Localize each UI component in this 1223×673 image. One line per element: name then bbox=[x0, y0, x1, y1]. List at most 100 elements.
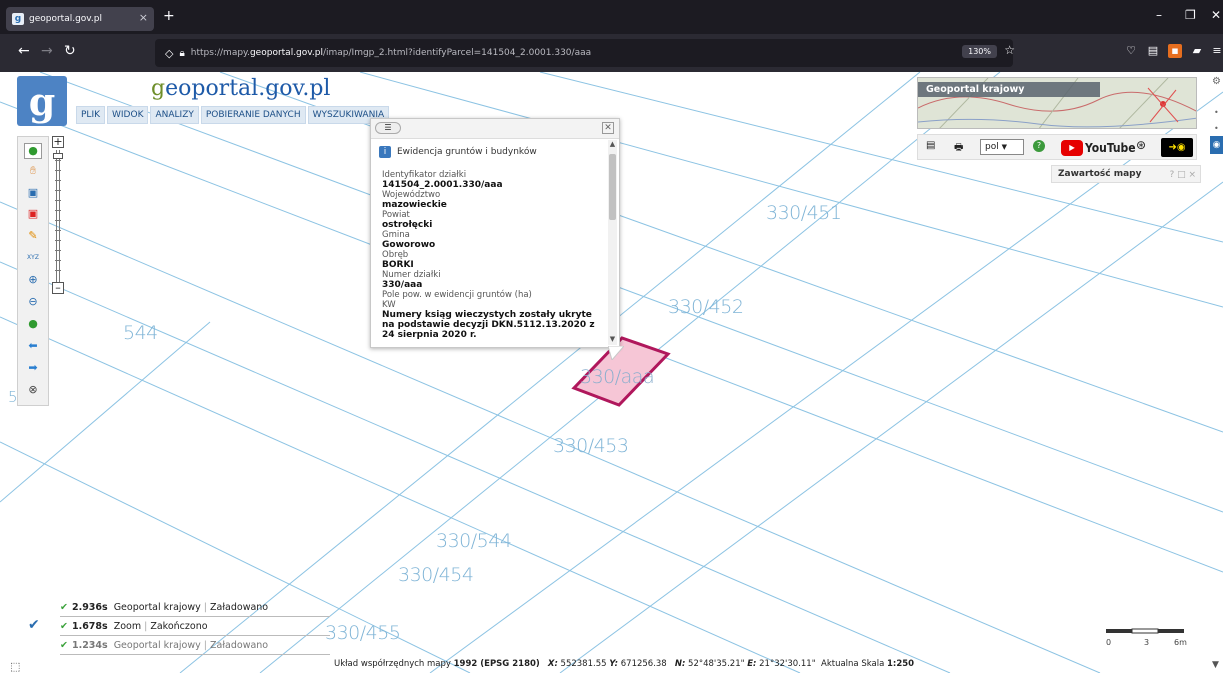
contents-panel-buttons[interactable]: ? □ × bbox=[1169, 167, 1196, 183]
zoom-tick bbox=[55, 240, 61, 241]
document-icon[interactable]: ▤ bbox=[926, 140, 935, 151]
brand-g: g bbox=[151, 76, 166, 101]
extension-icon[interactable]: ▪ bbox=[1168, 44, 1182, 58]
popup-close-button[interactable]: ✕ bbox=[602, 122, 614, 134]
browser-nav-bar: ← → ↻ ◇ 🔒︎ https://mapy. geoportal.gov.pl… bbox=[0, 34, 1223, 72]
reload-icon[interactable]: ↻ bbox=[64, 43, 76, 59]
new-tab-button[interactable]: + bbox=[163, 8, 175, 24]
print-icon[interactable]: 🖶︎ bbox=[954, 140, 963, 157]
scroll-up-icon[interactable]: ▲ bbox=[608, 140, 617, 148]
log-separator: | bbox=[203, 640, 207, 651]
language-select[interactable]: pol ▼ bbox=[980, 139, 1024, 155]
menu-analizy[interactable]: ANALIZY bbox=[150, 106, 199, 124]
popup-list-icon[interactable]: ☰ bbox=[375, 122, 401, 134]
url-bar[interactable]: ◇ 🔒︎ https://mapy. geoportal.gov.pl/imap/… bbox=[155, 39, 1015, 67]
menu-widok[interactable]: WIDOK bbox=[107, 106, 149, 124]
reader-icon[interactable]: ▤ bbox=[1146, 44, 1160, 58]
field-value: BORKI bbox=[382, 260, 414, 270]
y-value: 671256.38 bbox=[620, 659, 667, 669]
zoom-out-icon[interactable]: ⊖ bbox=[26, 295, 40, 309]
zoom-level-badge[interactable]: 130% bbox=[962, 45, 997, 58]
zoom-tick bbox=[55, 180, 61, 181]
geoportal-logo[interactable]: g bbox=[17, 76, 67, 126]
y-label: Y: bbox=[609, 659, 619, 669]
minimize-icon[interactable]: – bbox=[1156, 8, 1162, 22]
next-extent-arrow-icon[interactable]: ➡ bbox=[26, 361, 40, 375]
scale-label: 0 bbox=[1106, 638, 1112, 647]
contents-title: Zawartość mapy bbox=[1058, 169, 1142, 179]
status-bar-text: Układ współrzędnych mapy 1992 (EPSG 2180… bbox=[334, 656, 914, 673]
parcel-label: 330/454 bbox=[398, 564, 474, 586]
clear-selection-icon[interactable]: ▣ bbox=[26, 207, 40, 221]
overview-title: Geoportal krajowy bbox=[918, 82, 1100, 97]
xyz-coordinates-icon[interactable]: XYZ bbox=[26, 251, 40, 265]
field-value: mazowieckie bbox=[382, 200, 447, 210]
field-label: Gmina bbox=[382, 230, 410, 240]
youtube-link[interactable]: ▶ YouTube bbox=[1061, 139, 1136, 156]
field-label: Województwo bbox=[382, 190, 441, 200]
tab-close-icon[interactable]: × bbox=[139, 11, 148, 24]
restore-icon[interactable]: ❐ bbox=[1185, 8, 1196, 22]
map-contents-panel[interactable]: Zawartość mapy ? □ × bbox=[1051, 165, 1201, 183]
parcel-label: 330/453 bbox=[553, 435, 629, 457]
select-area-icon[interactable]: ▣ bbox=[26, 186, 40, 200]
reset-view-icon[interactable]: ⊗ bbox=[26, 383, 40, 397]
close-window-icon[interactable]: ✕ bbox=[1211, 8, 1221, 22]
menu-plik[interactable]: PLIK bbox=[76, 106, 105, 124]
right-toolbar: ▤ 🖶︎ pol ▼ ? ▶ YouTube ⊛ ➜◉ bbox=[917, 134, 1197, 160]
zoom-thumb[interactable] bbox=[53, 153, 63, 159]
menu-pobieranie-danych[interactable]: POBIERANIE DANYCH bbox=[200, 106, 306, 124]
zoom-slider[interactable]: + – bbox=[52, 136, 64, 296]
bookmark-star-icon[interactable]: ☆ bbox=[1004, 43, 1015, 57]
log-row: ✔ 2.936s Geoportal krajowy | Załadowano bbox=[60, 599, 330, 617]
log-time: 1.234s bbox=[71, 640, 108, 651]
globe-icon[interactable]: ● bbox=[26, 317, 40, 331]
zoom-tick bbox=[55, 210, 61, 211]
x-label: X: bbox=[547, 659, 558, 669]
zoom-plus-button[interactable]: + bbox=[52, 136, 64, 148]
popup-pointer bbox=[608, 346, 624, 360]
browser-tab[interactable]: g geoportal.gov.pl × bbox=[6, 7, 154, 31]
popup-scrollbar[interactable]: ▲ ▼ bbox=[608, 140, 617, 345]
scale-bar-graphic bbox=[1106, 628, 1184, 634]
info-icon: i bbox=[379, 146, 391, 158]
zoom-tick bbox=[55, 220, 61, 221]
overview-map[interactable]: Geoportal krajowy bbox=[917, 77, 1197, 129]
popup-body: i Ewidencja gruntów i budynków Identyfik… bbox=[371, 140, 609, 345]
forward-arrow-icon[interactable]: → bbox=[41, 43, 53, 59]
e-value: 21°32'30.11" bbox=[759, 659, 816, 669]
log-time: 2.936s bbox=[71, 602, 108, 613]
field-value: 330/aaa bbox=[382, 280, 423, 290]
zoom-in-icon[interactable]: ⊕ bbox=[26, 273, 40, 287]
accessibility-icon[interactable]: ⊛ bbox=[1136, 138, 1146, 152]
popup-title: i Ewidencja gruntów i budynków bbox=[379, 146, 601, 158]
help-icon[interactable]: ? bbox=[1033, 140, 1045, 152]
pan-hand-icon[interactable]: ✋︎ bbox=[26, 164, 40, 178]
parcel-label: 5 bbox=[8, 388, 18, 406]
menu-hamburger-icon[interactable]: ≡ bbox=[1210, 44, 1223, 58]
scale-text-label: Aktualna Skala bbox=[821, 659, 885, 669]
previous-extent-arrow-icon[interactable]: ⬅ bbox=[26, 339, 40, 353]
zoom-track[interactable] bbox=[53, 150, 63, 282]
zoom-tick bbox=[55, 270, 61, 271]
coordinate-status-bar: Układ współrzędnych mapy 1992 (EPSG 2180… bbox=[0, 656, 1223, 673]
info-tool-icon[interactable]: ● bbox=[24, 143, 42, 159]
pencil-icon[interactable]: ✎ bbox=[26, 229, 40, 243]
popup-title-text: Ewidencja gruntów i budynków bbox=[397, 147, 537, 157]
puzzle-icon[interactable]: ▰ bbox=[1190, 44, 1204, 58]
high-contrast-eye-icon[interactable]: ➜◉ bbox=[1161, 138, 1193, 157]
scroll-down-icon[interactable]: ▼ bbox=[608, 335, 617, 343]
log-source: Geoportal krajowy bbox=[113, 640, 201, 651]
side-dot-icon: • bbox=[1214, 124, 1219, 133]
map-canvas[interactable]: 330/451 330/452 544 330/aaa 330/453 330/… bbox=[0, 72, 1223, 673]
zoom-minus-button[interactable]: – bbox=[52, 282, 64, 294]
url-domain: geoportal.gov.pl bbox=[249, 48, 323, 58]
crs-label: Układ współrzędnych mapy bbox=[334, 659, 451, 669]
pocket-icon[interactable]: ♡ bbox=[1124, 44, 1138, 58]
side-eye-icon[interactable]: ◉ bbox=[1210, 136, 1223, 154]
settings-gear-icon[interactable]: ⚙ bbox=[1212, 76, 1221, 87]
scroll-thumb[interactable] bbox=[609, 154, 616, 220]
lock-icon: 🔒︎ bbox=[179, 47, 185, 59]
log-source: Zoom bbox=[113, 621, 142, 632]
back-arrow-icon[interactable]: ← bbox=[18, 43, 30, 59]
